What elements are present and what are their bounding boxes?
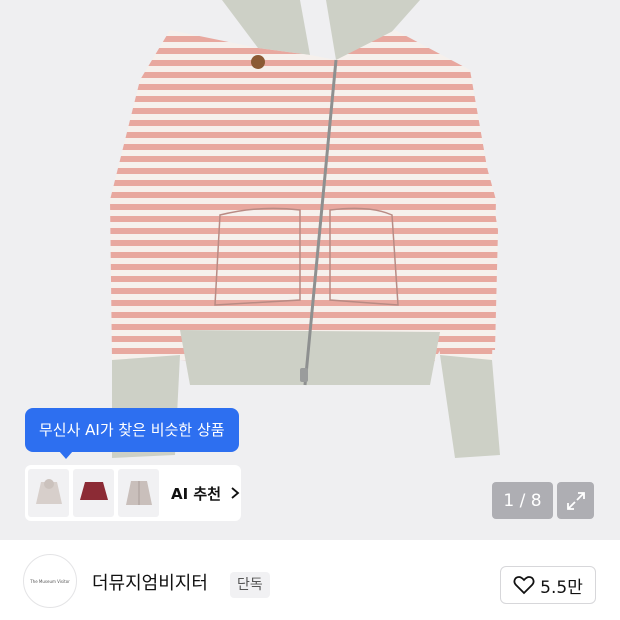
ai-similar-tooltip[interactable]: 무신사 AI가 찾은 비슷한 상품 <box>25 408 239 459</box>
recommend-thumb-1[interactable] <box>28 469 69 517</box>
like-count: 5.5만 <box>540 577 583 598</box>
brand-logo-text: The Museum Visitor <box>30 578 70 584</box>
brand-logo[interactable]: The Museum Visitor <box>23 554 77 608</box>
grey-jacket-icon <box>125 481 152 505</box>
ai-recommend-chip[interactable]: AI 추천 <box>25 465 241 521</box>
grey-hoodie-icon <box>35 479 62 504</box>
ai-recommend-label: AI 추천 <box>171 484 222 503</box>
expand-image-button[interactable] <box>557 482 594 519</box>
image-counter: 1 / 8 <box>492 482 553 519</box>
recommend-thumb-2[interactable] <box>73 469 114 517</box>
like-button[interactable]: 5.5만 <box>500 566 596 604</box>
exclusive-badge: 단독 <box>230 572 270 598</box>
product-detail-screen: 무신사 AI가 찾은 비슷한 상품 AI 추천 1 / 8 The Museum… <box>0 0 620 620</box>
product-image-carousel[interactable] <box>0 0 620 540</box>
striped-zip-hoodie-image <box>110 0 500 458</box>
brand-name-link[interactable]: 더뮤지엄비지터 <box>92 569 208 595</box>
expand-icon <box>566 491 585 510</box>
recommend-thumb-3[interactable] <box>118 469 159 517</box>
burgundy-sweater-icon <box>79 482 108 500</box>
chevron-right-icon <box>231 487 240 499</box>
heart-icon <box>513 576 535 595</box>
